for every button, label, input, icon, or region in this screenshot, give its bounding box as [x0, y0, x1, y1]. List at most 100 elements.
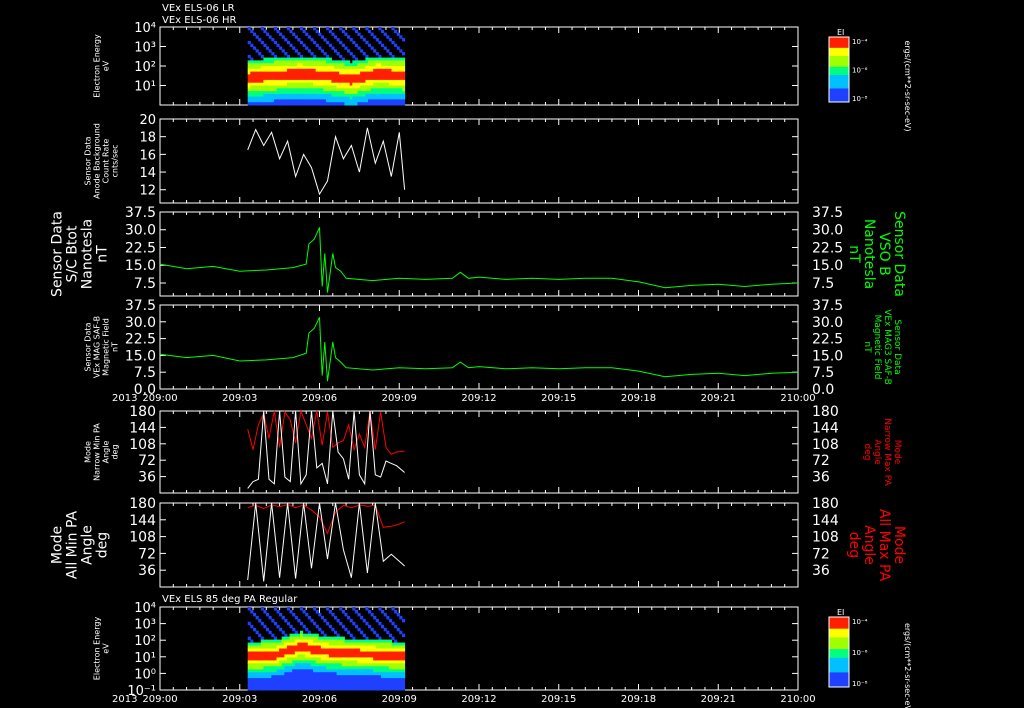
y-axis-label-right: Magnetic Field — [872, 315, 882, 380]
colorbar-tick-label: 10⁻⁶ — [852, 649, 868, 657]
series-line — [159, 317, 799, 382]
heatmap-cell — [307, 657, 311, 661]
y-axis-label-right: Angle — [861, 525, 877, 565]
heatmap-cell — [326, 654, 330, 658]
heatmap-cell — [352, 636, 356, 641]
panel-electron-energy-85deg: 10⁴10³10²10¹10⁰10⁻¹Electron Energy eVEI10… — [93, 601, 913, 708]
y-tick-label-right: 144 — [812, 513, 839, 529]
heatmap-cell — [344, 672, 348, 676]
y-axis-label-right: All Max PA — [876, 509, 892, 582]
heatmap-cell — [289, 29, 293, 34]
y-axis-label: nT — [95, 245, 111, 263]
y-tick-label: 12 — [139, 184, 156, 199]
y-axis-label: VEx MAG SAF-B — [93, 316, 102, 378]
heatmap-cell — [402, 38, 406, 42]
colorbar-cell — [829, 678, 849, 682]
y-tick-label: 180 — [129, 404, 156, 420]
heatmap-cell — [373, 630, 377, 635]
heatmap-cell — [360, 630, 364, 635]
y-tick-label: 22.5 — [125, 240, 156, 256]
y-tick-label: 16 — [139, 148, 156, 163]
time-tick-label: 209:03 — [222, 393, 257, 404]
heatmap-cell — [365, 636, 369, 641]
y-tick-label-right: 108 — [812, 437, 839, 453]
y-tick-label: 14 — [139, 166, 156, 181]
colorbar-cell — [829, 617, 849, 621]
y-axis-label: Sensor Data — [50, 211, 66, 297]
heatmap-cell — [378, 621, 382, 626]
heatmap-cell — [307, 35, 311, 39]
y-axis-label: Angle — [102, 441, 111, 464]
heatmap-cell — [268, 666, 272, 670]
colorbar-tick-label: 10⁻⁸ — [852, 95, 868, 103]
heatmap-cell — [313, 621, 317, 626]
heatmap-cell — [399, 645, 403, 649]
heatmap-cell — [381, 102, 385, 106]
series-line — [159, 227, 799, 293]
heatmap-cell — [268, 687, 272, 691]
y-tick-label-right: 37.5 — [812, 205, 843, 221]
colorbar-cell — [829, 663, 849, 668]
heatmap-cell — [344, 663, 348, 667]
heatmap-cell — [273, 621, 277, 626]
heatmap-cell — [326, 678, 330, 682]
heatmap-cell — [286, 621, 290, 626]
y-tick-label-right: 108 — [812, 530, 839, 546]
heatmap-cell — [289, 648, 293, 652]
heatmap-cell — [289, 663, 293, 667]
heatmap-cell — [399, 615, 403, 620]
y-axis-label-right: nT — [862, 341, 872, 353]
y-tick-label-right: 36 — [812, 563, 830, 579]
colorbar-title: EI — [837, 608, 844, 617]
heatmap-cell — [402, 672, 406, 676]
heatmap-cell — [250, 639, 254, 644]
y-tick-label: 7.5 — [134, 365, 156, 381]
y-tick-label-right: 72 — [812, 546, 830, 562]
y-axis-label: Anode Background — [93, 123, 102, 199]
heatmap-cell — [250, 102, 254, 106]
time-tick-label: 209:21 — [701, 393, 736, 404]
heatmap-cell — [373, 615, 377, 620]
heatmap-cell — [354, 624, 358, 629]
colorbar-cell — [829, 675, 849, 679]
y-axis-label: Narrow Min PA — [93, 423, 102, 481]
heatmap-cell — [399, 630, 403, 635]
heatmap-cell — [344, 687, 348, 691]
y-axis-label-right: Angle — [872, 439, 882, 465]
panel-electron-energy-lr-hr: 10⁴ 10³ 10² 10¹ Electron Energy eV EI 10⁻⁴ 10⁻⁶ 1… — [93, 21, 913, 132]
y-axis-label: deg — [95, 532, 111, 558]
y-axis-label-right: Mode — [892, 440, 902, 465]
heatmap-cell — [300, 621, 304, 626]
y-axis-label: Mode — [84, 441, 93, 463]
time-tick-label: 210:00 — [780, 694, 815, 705]
heatmap-cell — [268, 657, 272, 661]
heatmap-cell — [289, 681, 293, 685]
heatmap-cell — [381, 645, 385, 649]
colorbar-tick-label: 10⁻⁴ — [852, 38, 868, 46]
colorbar-cell — [829, 646, 849, 650]
y-tick-label: 72 — [138, 453, 156, 469]
y-tick-label: 37.5 — [125, 298, 156, 314]
heatmap-cell — [347, 615, 351, 620]
heatmap-cell — [381, 657, 385, 661]
heatmap-cell — [362, 618, 366, 623]
heatmap-cell — [344, 678, 348, 682]
time-tick-label: 209:12 — [461, 393, 496, 404]
time-tick-label: 209:18 — [621, 694, 656, 705]
heatmap-cell — [394, 639, 398, 644]
colorbar-unit-label: ergs/(cm**2-sr-sec-eV) — [903, 40, 912, 131]
heatmap-cell — [391, 607, 395, 611]
heatmap-cell — [326, 27, 330, 31]
heatmap-cell — [399, 672, 403, 676]
heatmap-cell — [402, 52, 406, 56]
heatmap-cell — [250, 663, 254, 667]
heatmap-cell — [399, 35, 403, 39]
heatmap-cell — [268, 648, 272, 652]
y-tick-label-right: 36 — [812, 470, 830, 486]
heatmap-cell — [326, 636, 330, 641]
y-tick-label: 10³ — [134, 618, 156, 633]
heatmap-cell — [394, 624, 398, 629]
heatmap-cell — [247, 607, 251, 611]
y-tick-label: 10³ — [134, 41, 156, 56]
y-tick-label-right: 30.0 — [812, 315, 843, 331]
